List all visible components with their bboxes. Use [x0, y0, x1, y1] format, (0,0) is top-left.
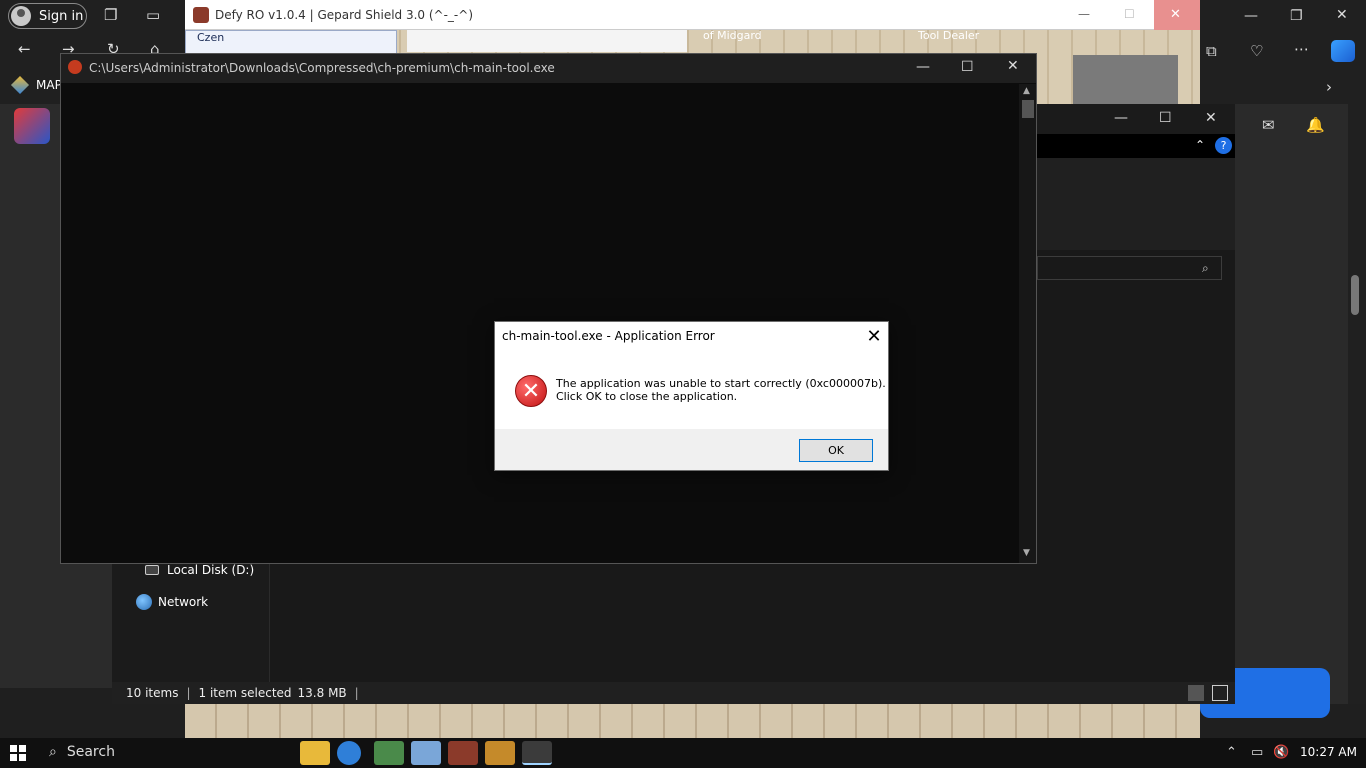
collections-icon[interactable]: ⧉ [1206, 42, 1217, 60]
explorer-ribbon-tabs [1037, 134, 1235, 158]
tiles-view-icon[interactable] [1212, 685, 1228, 701]
nav-item-label: Network [158, 595, 209, 609]
game-logo-icon [193, 7, 209, 23]
explorer-maximize-icon[interactable]: ☐ [1159, 110, 1172, 126]
game-ground [185, 704, 1200, 738]
explorer-minimize-icon[interactable]: — [1114, 110, 1128, 126]
game-hotbar[interactable] [407, 30, 687, 52]
console-title: C:\Users\Administrator\Downloads\Compres… [89, 61, 555, 75]
taskbar-edge-icon[interactable] [337, 741, 361, 765]
network-icon [136, 594, 152, 610]
browser-restore-icon[interactable]: ❐ [1290, 8, 1303, 24]
explorer-ribbon [1037, 158, 1235, 250]
items-count: 10 items [126, 686, 179, 700]
dialog-message-line: Click OK to close the application. [556, 390, 738, 403]
taskbar [0, 738, 1366, 768]
dialog-title: ch-main-tool.exe - Application Error [502, 329, 715, 343]
back-icon[interactable]: ← [18, 40, 31, 58]
dialog-message-line: The application was unable to start corr… [556, 377, 886, 390]
copilot-icon[interactable] [1331, 40, 1355, 62]
console-scrollbar-thumb[interactable] [1022, 100, 1034, 118]
search-icon: ⌕ [49, 744, 57, 760]
console-scrollbar[interactable] [1019, 84, 1036, 563]
taskbar-notepad-icon[interactable] [411, 741, 441, 765]
nav-item-local-disk-d[interactable]: Local Disk (D:) [145, 563, 254, 577]
game-close-icon[interactable]: ✕ [1170, 7, 1181, 22]
nav-item-label: Local Disk (D:) [167, 563, 255, 577]
taskbar-search-label: Search [66, 744, 115, 760]
details-view-icon[interactable] [1188, 685, 1204, 701]
taskbar-tool-icon[interactable] [485, 741, 515, 765]
error-icon: ✕ [515, 375, 547, 407]
more-icon[interactable]: ⋯ [1294, 40, 1309, 58]
tab-actions-icon[interactable]: ▭ [146, 6, 160, 24]
browser-close-icon[interactable]: ✕ [1336, 7, 1348, 23]
console-app-icon [68, 60, 82, 74]
bell-icon[interactable]: 🔔 [1306, 116, 1325, 134]
chevron-right-icon[interactable]: › [1326, 78, 1332, 96]
taskbar-clock[interactable]: 10:27 AM [1300, 745, 1357, 759]
page-scrollbar[interactable] [1348, 104, 1366, 704]
game-npc-label: Tool Dealer [918, 29, 980, 42]
windows-logo-icon [19, 754, 26, 761]
windows-logo-icon [19, 745, 26, 752]
console-minimize-icon[interactable]: — [916, 59, 930, 75]
taskbar-explorer-icon[interactable] [300, 741, 330, 765]
edge-sidebar [1232, 104, 1366, 704]
page-scrollbar-thumb[interactable] [1351, 275, 1359, 315]
console-maximize-icon[interactable]: ☐ [961, 59, 974, 75]
scroll-up-icon[interactable]: ▲ [1023, 86, 1030, 96]
search-icon[interactable]: ⌕ [1202, 261, 1209, 276]
mail-icon[interactable]: ✉ [1262, 116, 1275, 134]
game-character-name: Czen [197, 31, 225, 44]
site-logo-icon [14, 108, 50, 144]
windows-logo-icon [10, 754, 17, 761]
browser-minimize-icon[interactable]: — [1244, 8, 1258, 24]
ok-button[interactable]: OK [799, 439, 873, 462]
console-close-icon[interactable]: ✕ [1007, 58, 1019, 74]
help-icon[interactable]: ? [1215, 137, 1232, 154]
console-window [60, 53, 1037, 564]
taskbar-app-icon[interactable] [374, 741, 404, 765]
drive-icon [145, 565, 159, 575]
game-minimize-icon[interactable]: — [1078, 7, 1090, 21]
sign-in-label: Sign in [39, 8, 84, 24]
battery-icon[interactable]: ▭ [1251, 745, 1263, 760]
selection-size: 13.8 MB [297, 686, 347, 700]
taskbar-game-icon[interactable] [448, 741, 478, 765]
taskbar-search[interactable]: ⌕ Search [49, 744, 115, 760]
sign-in-button[interactable]: Sign in [8, 3, 87, 29]
status-separator: | [186, 686, 191, 700]
status-separator: | [354, 686, 359, 700]
game-maximize-icon[interactable]: ☐ [1124, 7, 1135, 21]
taskbar-console-icon[interactable] [522, 741, 552, 765]
game-map-label: of Midgard [703, 29, 762, 42]
dialog-message: The application was unable to start corr… [556, 377, 886, 403]
dialog-close-icon[interactable]: ✕ [862, 324, 886, 348]
scroll-down-icon[interactable]: ▼ [1023, 548, 1030, 558]
game-window-title: Defy RO v1.0.4 | Gepard Shield 3.0 (^-_-… [215, 8, 473, 22]
ribbon-collapse-icon[interactable]: ⌃ [1195, 138, 1205, 152]
volume-muted-icon[interactable]: 🔇 [1273, 745, 1289, 760]
tray-chevron-up-icon[interactable]: ⌃ [1226, 745, 1237, 760]
explorer-close-icon[interactable]: ✕ [1205, 110, 1217, 126]
workspaces-icon[interactable]: ❐ [104, 6, 117, 24]
avatar-icon [11, 6, 31, 26]
windows-logo-icon [10, 745, 17, 752]
extensions-icon[interactable]: ♡ [1250, 42, 1263, 60]
nav-item-network[interactable]: Network [136, 594, 208, 610]
explorer-status-bar: 10 items | 1 item selected 13.8 MB | [112, 682, 1235, 704]
explorer-search-input[interactable] [1037, 256, 1222, 280]
game-minimap [1073, 55, 1178, 104]
selection-info: 1 item selected [198, 686, 292, 700]
favorite-link[interactable]: MAP [36, 78, 62, 92]
start-button[interactable] [10, 745, 26, 761]
